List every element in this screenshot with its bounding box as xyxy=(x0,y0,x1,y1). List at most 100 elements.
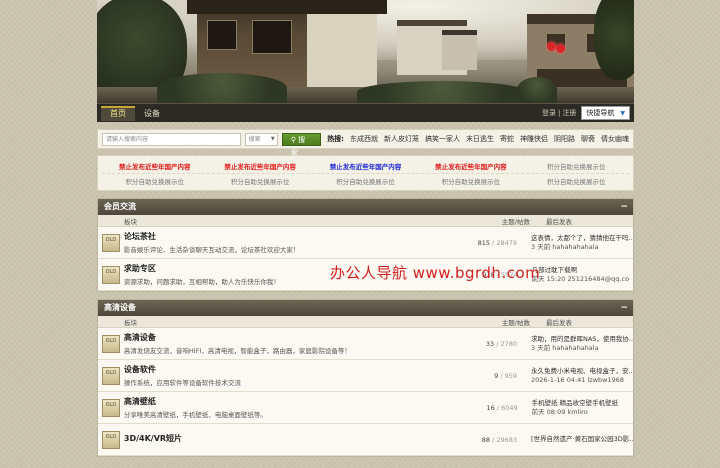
forum-counts: 815 / 28479 xyxy=(457,239,521,247)
column-last: 最后发表 xyxy=(546,217,572,226)
last-post-meta[interactable]: 3 天前 hahahahahala xyxy=(531,243,633,252)
hot-search-link[interactable]: 新人皮灯笼 xyxy=(384,134,419,144)
ad-link[interactable]: 禁止发布近些年国产内容 xyxy=(207,161,312,171)
forum-counts: 16 / 6049 xyxy=(458,404,522,412)
category-title[interactable]: 会员交流 xyxy=(104,202,136,211)
last-post: 永久免费小米电视、电视盒子，安... 2026-1-16 04:41 lzwbw1… xyxy=(521,367,633,385)
forum-icon[interactable]: OLD xyxy=(102,430,120,449)
hot-search-link[interactable]: 末日逃生 xyxy=(466,134,494,144)
last-post: 求助，用的是群晖NAS，使用我协... 3 天前 hahahahahala xyxy=(521,335,633,353)
forum-icon[interactable]: OLD xyxy=(102,233,120,252)
forum-name-link[interactable]: 3D/4K/VR短片 xyxy=(124,433,458,444)
post-count: 28479 xyxy=(496,238,517,247)
hot-search-link[interactable]: 阴阳路 xyxy=(554,134,575,144)
column-count: 主题/帖数 xyxy=(501,318,530,327)
post-count: 959 xyxy=(504,371,517,380)
ad-link[interactable]: 积分自助兑换展示位 xyxy=(207,176,312,186)
ad-link[interactable]: 禁止发布近些年国产内容 xyxy=(313,161,418,171)
forum-icon[interactable]: OLD xyxy=(102,334,120,353)
register-link[interactable]: 注册 xyxy=(562,109,576,117)
tab-home[interactable]: 首页 xyxy=(101,105,135,121)
hot-search-link[interactable]: 寄蛇 xyxy=(500,134,514,144)
hot-search-link[interactable]: 聊斋 xyxy=(581,134,595,144)
category-header: 高清设备 − xyxy=(98,300,633,316)
forum-info: 设备软件操作系统，应用软件等设备软件技术交流 xyxy=(124,364,458,387)
ad-link[interactable]: 禁止发布近些年国产内容 xyxy=(102,161,207,171)
ad-row: 积分自助兑换展示位 积分自助兑换展示位 积分自助兑换展示位 积分自助兑换展示位 积分自助… xyxy=(102,173,629,187)
quick-nav-label: 快捷导航 xyxy=(586,109,615,117)
last-post-title-link[interactable]: 求助，用的是群晖NAS，使用我协... xyxy=(531,335,633,344)
last-post-title-link[interactable]: [世界自然遗产·黄石国家公园3D影... xyxy=(531,435,633,444)
last-post: 这表情，太都个了，猜猜他在干吗... 3 天前 hahahahahala xyxy=(521,234,633,252)
forum-info: 论坛茶社影音娱乐评论、生活杂谈聊天互动交流，论坛茶社欢迎大家！ xyxy=(124,231,458,254)
forum-info: 3D/4K/VR短片 xyxy=(124,433,458,446)
last-post-title-link[interactable]: 几部过耽下载啊 xyxy=(532,266,633,275)
forum-description: 影音娱乐评论、生活杂谈聊天互动交流，论坛茶社欢迎大家！ xyxy=(123,246,300,254)
last-post-meta[interactable]: 3 天前 hahahahahala xyxy=(531,344,633,353)
auth-divider: | xyxy=(558,109,561,117)
forum-icon[interactable]: OLD xyxy=(102,398,120,417)
forum-name-link[interactable]: 高清设备 xyxy=(124,332,458,343)
ad-link[interactable]: 积分自助兑换展示位 xyxy=(313,176,418,186)
column-count: 主题/帖数 xyxy=(501,217,530,226)
category-header: 会员交流 − xyxy=(98,199,633,215)
watermark-text: 办公人导航 www.bgrdh.com xyxy=(330,264,541,282)
forum-icon[interactable]: OLD xyxy=(102,366,120,385)
forum-description: 高清发烧友交流，音响HIFI，高清电视，智能盒子，路由器，家庭影院设备等！ xyxy=(123,347,351,355)
forum-name-link[interactable]: 论坛茶社 xyxy=(124,231,458,242)
collapse-icon[interactable]: − xyxy=(620,199,628,215)
ad-link[interactable]: 积分自助兑换展示位 xyxy=(102,176,207,186)
category-title[interactable]: 高清设备 xyxy=(104,303,136,312)
forum-description: 分享唯美高清壁纸，手机壁纸、电脑桌面壁纸等。 xyxy=(123,411,267,419)
forum-info: 高清设备高清发烧友交流，音响HIFI，高清电视，智能盒子，路由器，家庭影院设备等… xyxy=(124,332,458,355)
ad-link[interactable]: 积分自助兑换展示位 xyxy=(418,176,523,186)
forum-icon[interactable]: OLD xyxy=(102,265,120,284)
hot-search-link[interactable]: 神雕侠侣 xyxy=(520,134,548,144)
forum-info: 高清壁纸分享唯美高清壁纸，手机壁纸、电脑桌面壁纸等。 xyxy=(124,396,458,419)
search-icon: ⚲ xyxy=(290,135,296,144)
last-post-title-link[interactable]: 永久免费小米电视、电视盒子，安... xyxy=(531,367,633,376)
last-post-title-link[interactable]: 手机壁纸 精品收空壁手机壁纸 xyxy=(532,399,633,408)
quick-nav-dropdown[interactable]: 快捷导航 ▼ xyxy=(581,106,630,120)
search-input[interactable]: 请输入搜索内容 xyxy=(102,132,241,146)
column-board: 板块 xyxy=(124,217,137,226)
forum-counts: 33 / 2780 xyxy=(457,340,521,348)
forum-counts: 9 / 959 xyxy=(457,372,521,380)
hot-search-link[interactable]: 东成西就 xyxy=(350,134,378,144)
auth-links: 登录 | 注册 xyxy=(541,108,577,118)
hot-search-list: 热搜: 东成西就 新人皮灯笼 搞笑一家人 末日逃生 寄蛇 神雕侠侣 阴阳路 聊斋… xyxy=(327,134,629,144)
chevron-down-icon: ▼ xyxy=(270,135,275,142)
topic-count: 815 xyxy=(477,238,490,247)
ad-row: 禁止发布近些年国产内容 禁止发布近些年国产内容 禁止发布近些年国产内容 禁止发布近些年… xyxy=(102,159,629,173)
search-button[interactable]: ⚲ 搜 索 xyxy=(281,132,322,157)
top-nav: 首页 设备 登录 | 注册 快捷导航 ▼ xyxy=(97,104,634,122)
column-header-row: 板块 主题/帖数 最后发表 xyxy=(98,316,633,328)
tab-devices[interactable]: 设备 xyxy=(135,106,169,121)
collapse-icon[interactable]: − xyxy=(620,300,628,316)
last-post-meta[interactable]: 2026-1-16 04:41 lzwbw1968 xyxy=(531,376,633,385)
search-type-select[interactable]: 搜索 ▼ xyxy=(244,132,278,146)
last-post-meta[interactable]: 前天 15:20 251216484@qq.co xyxy=(532,275,633,284)
forum-name-link[interactable]: 设备软件 xyxy=(124,364,458,375)
login-link[interactable]: 登录 xyxy=(542,109,556,117)
column-last: 最后发表 xyxy=(546,318,572,327)
search-type-value: 搜索 xyxy=(248,135,261,143)
post-count: 2780 xyxy=(500,339,517,348)
search-bar: 请输入搜索内容 搜索 ▼ ⚲ 搜 索 热搜: 东成西就 新人皮灯笼 搞笑一家人 … xyxy=(97,129,634,157)
ad-link[interactable]: 积分自助兑换展示位 xyxy=(524,161,629,171)
column-board: 板块 xyxy=(124,318,137,327)
hot-search-link[interactable]: 搞笑一家人 xyxy=(425,134,460,144)
forum-description: 操作系统，应用软件等设备软件技术交流 xyxy=(123,379,241,387)
last-post-title-link[interactable]: 这表情，太都个了，猜猜他在干吗... xyxy=(531,234,633,243)
forum-row: OLD 3D/4K/VR短片 88 / 29683 [世界自然遗产·黄石国家公园3D影… xyxy=(98,424,633,456)
last-post: [世界自然遗产·黄石国家公园3D影... xyxy=(521,435,633,444)
last-post-meta[interactable]: 前天 08:09 kmliro xyxy=(532,408,633,417)
post-count: 6049 xyxy=(501,403,518,412)
ad-link[interactable]: 积分自助兑换展示位 xyxy=(524,176,629,186)
forum-row: OLD 高清壁纸 分享唯美高清壁纸，手机壁纸、电脑桌面壁纸等。 16 / 6049 手机… xyxy=(98,392,633,424)
forum-name-link[interactable]: 高清壁纸 xyxy=(124,396,458,407)
hot-search-link[interactable]: 倩女幽魂 xyxy=(601,134,629,144)
ad-link[interactable]: 禁止发布近些年国产内容 xyxy=(418,161,523,171)
column-header-row: 板块 主题/帖数 最后发表 xyxy=(98,215,633,227)
forum-row: OLD 高清设备 高清发烧友交流，音响HIFI，高清电视，智能盒子，路由器，家庭影院… xyxy=(98,328,633,360)
